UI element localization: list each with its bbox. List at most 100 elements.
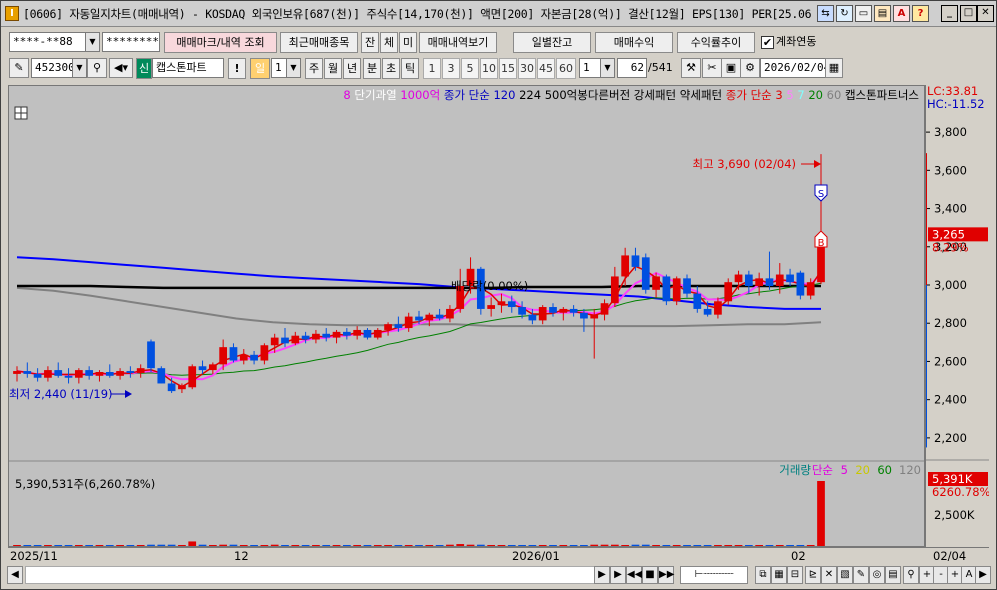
legend-item[interactable]: 종가 단순 120 (444, 88, 519, 102)
account-field[interactable]: ****-**88 (9, 32, 86, 52)
legend-item[interactable]: 종가 단순 3 (726, 88, 787, 102)
period-num-field[interactable]: 1 (271, 58, 287, 78)
period-day-button[interactable]: 일 (250, 58, 270, 79)
tab-che[interactable]: 체 (380, 32, 398, 53)
legend-item[interactable]: 20 (808, 88, 826, 102)
legend-item[interactable]: 60 (827, 88, 845, 102)
tool-sheet-icon[interactable]: ▤ (885, 566, 901, 584)
rewind-button[interactable]: ◀◀ (626, 566, 642, 584)
tool-image-icon[interactable]: ▧ (837, 566, 853, 584)
legend-item[interactable]: 8 (343, 88, 354, 102)
legend-item[interactable]: 224 (519, 88, 545, 102)
minute-option-1[interactable]: 1 (423, 58, 441, 79)
tab-mi[interactable]: 미 (399, 32, 417, 53)
legend-item[interactable]: 캡스톤파트너스 (845, 88, 919, 102)
scissors-icon[interactable]: ✂ (702, 58, 722, 78)
minute-option-60[interactable]: 60 (556, 58, 576, 79)
zoom-slider[interactable]: ⊢┈┈┈┈┈ (680, 566, 748, 584)
print-icon[interactable]: ▤ (874, 5, 891, 22)
tab-jan[interactable]: 잔 (361, 32, 379, 53)
count-field[interactable]: 62 (617, 58, 647, 78)
candle-body (487, 305, 496, 309)
settings-gear-icon[interactable]: ⚙ (740, 58, 760, 78)
font-icon[interactable]: A (893, 5, 910, 22)
date-field[interactable]: 2026/02/04 (760, 58, 826, 78)
tool-cross-icon[interactable]: ✕ (821, 566, 837, 584)
period-month-button[interactable]: 월 (324, 58, 342, 79)
stock-code-dropdown-icon[interactable]: ▼ (72, 58, 87, 78)
screen-icon[interactable]: ▭ (855, 5, 872, 22)
account-link-checkbox[interactable]: ✔ (761, 36, 774, 49)
tools-icon[interactable]: ⚒ (681, 58, 701, 78)
tool-pencil-icon[interactable]: ✎ (853, 566, 869, 584)
price-tick-label: 2,800 (934, 316, 967, 330)
stock-name-field[interactable]: 캡스톤파트 (152, 58, 224, 78)
scroll-right-button[interactable]: ▶ (594, 566, 610, 584)
minute-option-30[interactable]: 30 (518, 58, 536, 79)
period-num-dropdown-icon[interactable]: ▼ (286, 58, 301, 78)
legend-item[interactable]: 7 (797, 88, 808, 102)
minute-value-dropdown-icon[interactable]: ▼ (600, 58, 615, 78)
trade-mark-query-button[interactable]: 매매마크/내역 조회 (164, 32, 277, 53)
stop-button[interactable]: ■ (642, 566, 658, 584)
candle-body (188, 366, 197, 388)
minimize-button[interactable]: _ (941, 5, 958, 22)
scroll-track[interactable] (25, 566, 605, 584)
legend-item[interactable]: 5 (786, 88, 797, 102)
search-icon[interactable]: ⚲ (87, 58, 107, 78)
maximize-button[interactable]: □ (960, 5, 977, 22)
period-year-button[interactable]: 년 (343, 58, 361, 79)
refresh-icon[interactable]: ↻ (836, 5, 853, 22)
volume-info-text: 5,390,531주(6,260.78%) (15, 477, 155, 491)
alert-button[interactable]: ! (228, 58, 246, 79)
tool-grid-icon[interactable]: ▦ (771, 566, 787, 584)
price-axis: LC:33.81 HC:-11.52 3,800 3,600 3,400 3,200 3,0… (925, 85, 989, 547)
password-field[interactable]: ********* (102, 32, 160, 52)
app-icon[interactable]: I (5, 6, 19, 21)
minute-option-10[interactable]: 10 (480, 58, 498, 79)
legend-item[interactable]: 약세패턴 (680, 88, 726, 102)
legend-item[interactable]: 500억봉다른버전 강세패턴 (545, 88, 680, 102)
legend-item[interactable]: 단기과열 (354, 88, 400, 102)
zoom-icon[interactable]: ⚲ (903, 566, 919, 584)
tool-compass-icon[interactable]: ◎ (869, 566, 885, 584)
stock-code-field[interactable]: 452300 (31, 58, 73, 78)
fast-forward-button[interactable]: ▶▶ (658, 566, 674, 584)
volume-bar (590, 544, 599, 546)
tool-line-icon[interactable]: ⊟ (787, 566, 803, 584)
trade-profit-button[interactable]: 매매수익 (595, 32, 673, 53)
speaker-icon[interactable]: ◀▾ (109, 58, 133, 78)
tool-copy-icon[interactable]: ⧉ (755, 566, 771, 584)
recent-trades-button[interactable]: 최근매매종목 (280, 32, 358, 53)
minute-option-5[interactable]: 5 (461, 58, 479, 79)
return-trend-button[interactable]: 수익률추이 (677, 32, 755, 53)
daily-balance-button[interactable]: 일별잔고 (513, 32, 591, 53)
help-icon[interactable]: ? (912, 5, 929, 22)
price-chart-area[interactable]: 최고 3,690 (02/04) 최저 2,440 (11/19) 배당락(0.00… (8, 85, 925, 547)
candle-body (549, 307, 557, 313)
scroll-left-button[interactable]: ◀ (7, 566, 23, 584)
pin-icon[interactable]: ✎ (9, 58, 29, 78)
scroll-end-button[interactable]: ▶ (975, 566, 991, 584)
period-week-button[interactable]: 주 (305, 58, 323, 79)
link-icon[interactable]: ⇆ (817, 5, 834, 22)
minute-value-field[interactable]: 1 (579, 58, 601, 78)
minute-option-3[interactable]: 3 (442, 58, 460, 79)
candle-body (775, 274, 784, 286)
trade-history-button[interactable]: 매매내역보기 (419, 32, 497, 53)
candle-body (95, 372, 104, 376)
play-button[interactable]: ▶ (610, 566, 626, 584)
period-tick-button[interactable]: 틱 (401, 58, 419, 79)
date-axis-right: 02/04 (925, 547, 989, 565)
save-icon[interactable]: ▣ (721, 58, 741, 78)
account-dropdown-icon[interactable]: ▼ (85, 32, 100, 52)
tool-fib-icon[interactable]: ⊵ (805, 566, 821, 584)
calendar-icon[interactable]: ▦ (825, 58, 843, 78)
period-min-button[interactable]: 분 (363, 58, 381, 79)
period-sec-button[interactable]: 초 (382, 58, 400, 79)
minute-option-15[interactable]: 15 (499, 58, 517, 79)
minute-option-45[interactable]: 45 (537, 58, 555, 79)
candle-body (136, 368, 145, 373)
legend-item[interactable]: 1000억 (400, 88, 444, 102)
close-button[interactable]: ✕ (977, 5, 994, 22)
